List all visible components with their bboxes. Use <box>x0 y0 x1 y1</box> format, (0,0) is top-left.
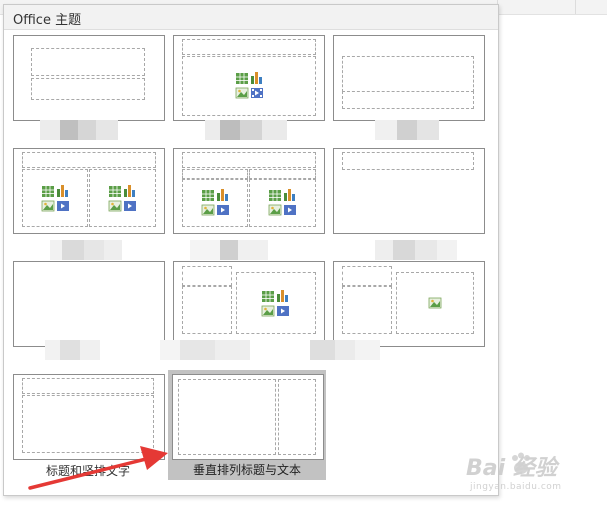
layout-title-slide[interactable] <box>13 35 165 121</box>
layout-caption-title-and-vertical-text: 标题和竖排文字 <box>45 464 130 478</box>
caption-blurred <box>50 240 140 260</box>
content-icons <box>108 185 136 212</box>
chart-icon <box>217 189 228 201</box>
picture-icon <box>108 200 122 212</box>
layout-content-with-caption[interactable] <box>173 261 325 347</box>
picture-icon <box>235 87 249 99</box>
baidu-watermark: Bai 经验 jingyan.baidu.com <box>466 448 601 498</box>
title-placeholder <box>22 152 156 168</box>
layout-title-and-vertical-text[interactable] <box>13 374 165 460</box>
caption-blurred <box>205 120 315 140</box>
caption-blurred <box>45 340 485 360</box>
caption-blurred <box>190 240 310 260</box>
right-content-placeholder <box>249 179 316 227</box>
panel-header: Office 主题 <box>4 5 498 30</box>
watermark-text: Bai 经验 <box>466 456 557 481</box>
layout-picture-with-caption[interactable] <box>333 261 485 347</box>
title-placeholder <box>342 152 474 170</box>
layout-caption-vertical-title-and-text: 垂直排列标题与文本 <box>192 463 301 477</box>
layout-comparison[interactable] <box>173 148 325 234</box>
picture-icon <box>201 204 215 216</box>
right-heading-placeholder <box>249 169 316 179</box>
left-content-placeholder <box>182 179 248 227</box>
table-icon <box>262 291 274 302</box>
caption-blurred <box>375 240 475 260</box>
vertical-text-placeholder <box>178 379 276 455</box>
title-placeholder <box>182 266 232 286</box>
table-icon <box>202 190 214 201</box>
media-icon <box>217 205 229 215</box>
vertical-title-placeholder <box>278 379 316 455</box>
chart-icon <box>277 290 288 302</box>
picture-icon <box>428 297 442 309</box>
media-icon <box>57 201 69 211</box>
content-icons <box>268 189 296 216</box>
subtitle-placeholder <box>31 78 145 100</box>
media-icon <box>284 205 296 215</box>
text-placeholder <box>342 91 474 109</box>
media-icon <box>124 201 136 211</box>
left-content-placeholder <box>22 169 88 227</box>
table-icon <box>236 73 248 84</box>
vertical-text-placeholder <box>22 395 154 453</box>
title-placeholder <box>182 152 316 168</box>
title-placeholder <box>342 56 474 92</box>
chart-icon <box>57 185 68 197</box>
content-icons <box>261 290 289 317</box>
layout-title-and-content[interactable] <box>173 35 325 121</box>
picture-icon <box>268 204 282 216</box>
picture-placeholder <box>396 272 474 334</box>
content-placeholder <box>236 272 316 334</box>
title-placeholder <box>182 39 316 55</box>
layout-title-only[interactable] <box>333 148 485 234</box>
title-placeholder <box>22 378 154 394</box>
table-icon <box>42 186 54 197</box>
media-icon <box>277 306 289 316</box>
screen: Office 主题 标题和竖排文字 垂直排列标题与文本 Bai 经验 jingy… <box>0 0 607 512</box>
picture-icon <box>41 200 55 212</box>
layout-two-content[interactable] <box>13 148 165 234</box>
title-placeholder <box>342 266 392 286</box>
watermark-sub: jingyan.baidu.com <box>470 482 562 492</box>
table-icon <box>109 186 121 197</box>
text-placeholder <box>342 286 392 334</box>
layout-section-header[interactable] <box>333 35 485 121</box>
title-placeholder <box>31 48 145 76</box>
caption-blurred <box>375 120 465 140</box>
content-icons <box>201 189 229 216</box>
panel-title: Office 主题 <box>13 13 82 28</box>
text-placeholder <box>182 286 232 334</box>
right-content-placeholder <box>89 169 156 227</box>
content-placeholder <box>182 56 316 116</box>
media-icon <box>251 88 263 98</box>
chart-icon <box>251 72 262 84</box>
layout-blank[interactable] <box>13 261 165 347</box>
content-icons <box>41 185 69 212</box>
layout-vertical-title-and-text[interactable] <box>172 374 324 460</box>
picture-icon <box>261 305 275 317</box>
caption-blurred <box>40 120 140 140</box>
chart-icon <box>284 189 295 201</box>
content-icons <box>235 72 263 99</box>
left-heading-placeholder <box>182 169 248 179</box>
chart-icon <box>124 185 135 197</box>
table-icon <box>269 190 281 201</box>
